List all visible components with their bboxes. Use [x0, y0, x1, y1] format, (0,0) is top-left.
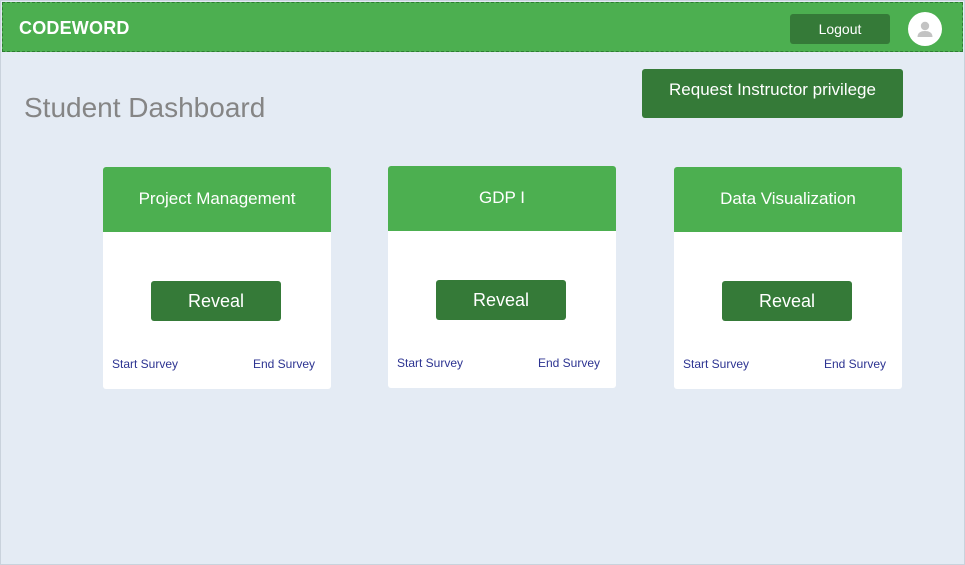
reveal-button[interactable]: Reveal	[436, 280, 566, 320]
end-survey-link[interactable]: End Survey	[824, 357, 886, 371]
top-navbar: CODEWORD Logout	[2, 2, 963, 52]
reveal-button[interactable]: Reveal	[151, 281, 281, 321]
end-survey-link[interactable]: End Survey	[538, 356, 600, 370]
course-card-title: GDP I	[388, 166, 616, 231]
request-instructor-privilege-button[interactable]: Request Instructor privilege	[642, 69, 903, 118]
logout-button[interactable]: Logout	[790, 14, 890, 44]
user-avatar-icon[interactable]	[908, 12, 942, 46]
reveal-button[interactable]: Reveal	[722, 281, 852, 321]
start-survey-link[interactable]: Start Survey	[683, 357, 749, 371]
brand-logo[interactable]: CODEWORD	[19, 18, 130, 39]
course-card-title: Data Visualization	[674, 167, 902, 232]
course-card-data-visualization: Data Visualization Reveal Start Survey E…	[674, 167, 902, 389]
start-survey-link[interactable]: Start Survey	[397, 356, 463, 370]
course-card-gdp-i: GDP I Reveal Start Survey End Survey	[388, 166, 616, 388]
page-title: Student Dashboard	[24, 92, 266, 123]
course-card-title: Project Management	[103, 167, 331, 232]
start-survey-link[interactable]: Start Survey	[112, 357, 178, 371]
course-card-project-management: Project Management Reveal Start Survey E…	[103, 167, 331, 389]
end-survey-link[interactable]: End Survey	[253, 357, 315, 371]
